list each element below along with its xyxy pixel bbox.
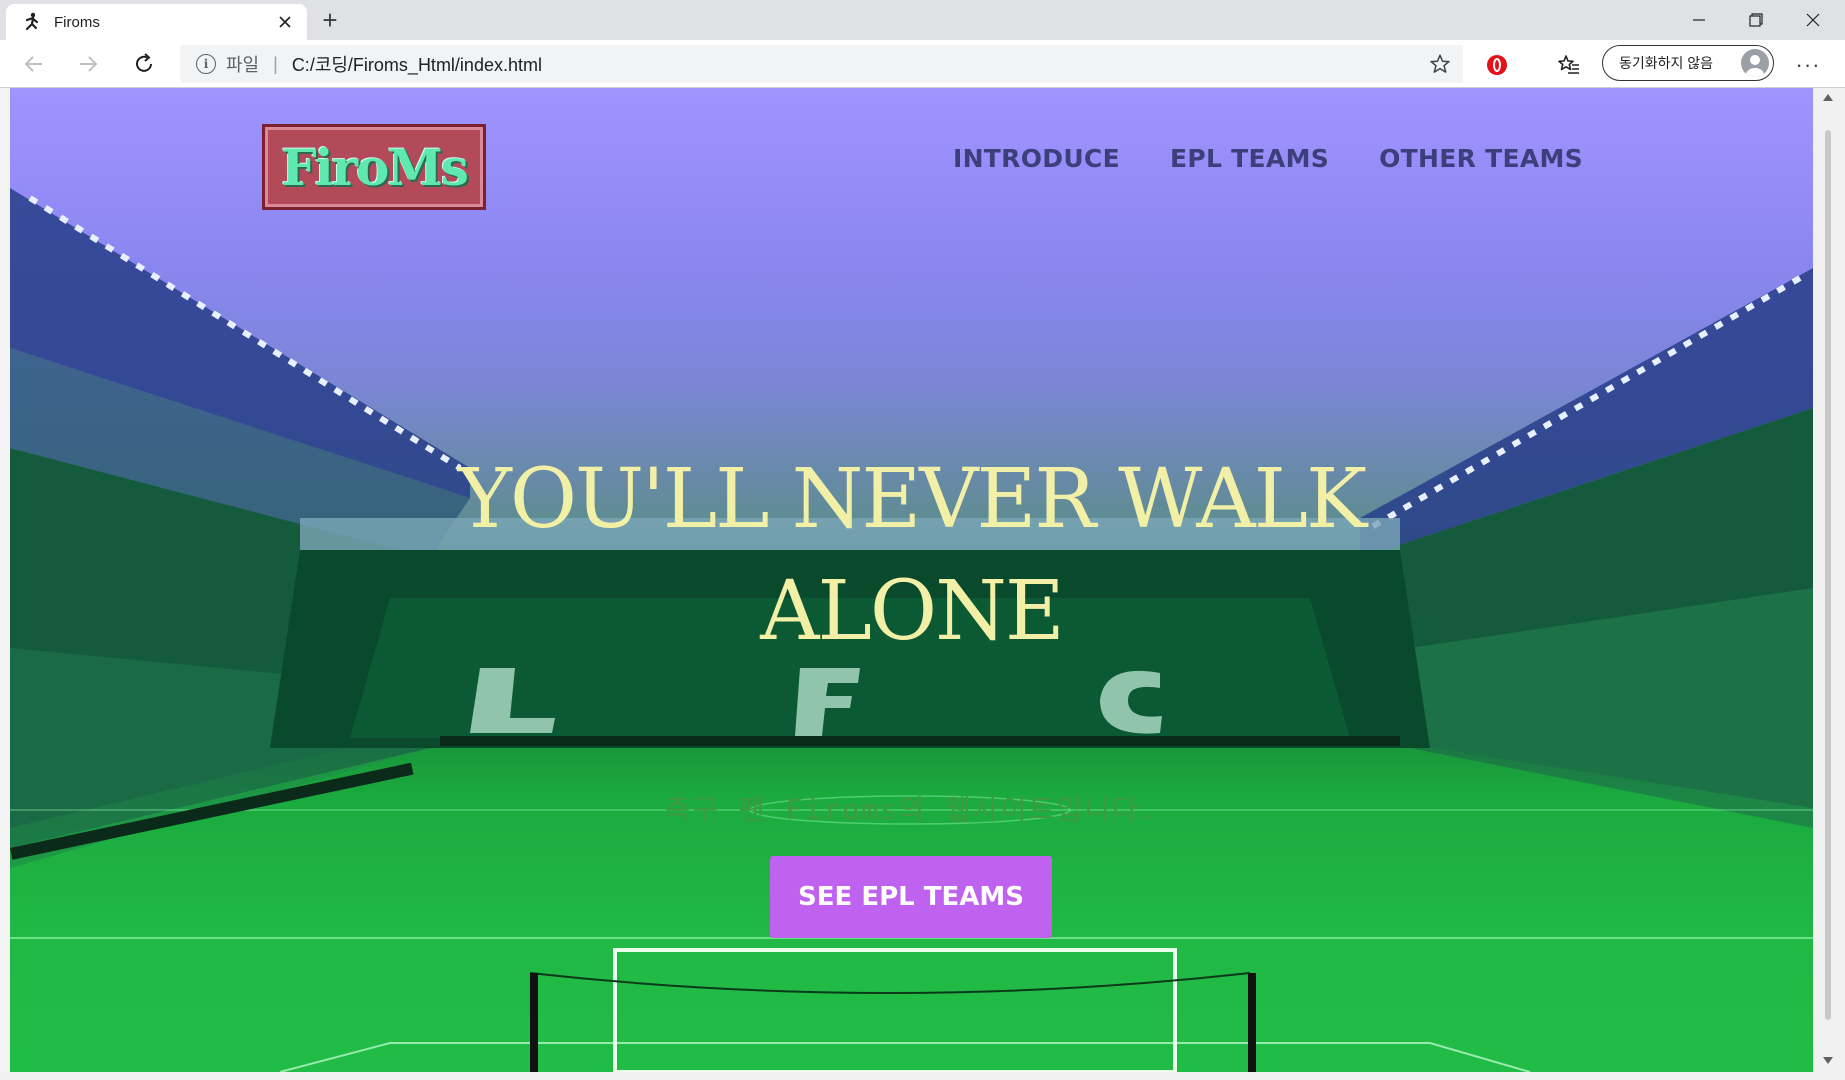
hero-title-line-1: YOU'LL NEVER WALK (457, 452, 1368, 547)
favorites-list-icon[interactable] (1556, 52, 1582, 78)
favorite-star-icon[interactable] (1429, 53, 1451, 75)
address-separator: | (273, 53, 278, 74)
browser-toolbar: i 파일 | C:/코딩/Firoms_Html/index.html 동기화하… (0, 40, 1845, 88)
address-url[interactable]: C:/코딩/Firoms_Html/index.html (292, 51, 542, 77)
refresh-button[interactable] (128, 48, 160, 80)
restore-button[interactable] (1728, 0, 1784, 40)
minimize-button[interactable] (1671, 0, 1727, 40)
hero-subtitle: 축구 팬 Firoms의 웹사이트입니다. (664, 793, 1159, 826)
site-logo[interactable]: FiroMs (262, 124, 486, 210)
tab-strip: Firoms + (0, 0, 1845, 40)
avatar (1741, 49, 1769, 77)
see-epl-teams-button[interactable]: SEE EPL TEAMS (770, 856, 1052, 938)
address-scheme: 파일 (226, 55, 260, 75)
logo-text: FiroMs (281, 137, 469, 197)
vertical-scrollbar[interactable] (1813, 88, 1845, 1072)
scroll-up-arrow-icon[interactable] (1823, 94, 1833, 101)
window-bottom-edge (0, 1072, 1845, 1080)
hero-title: YOU'LL NEVER WALK ALONE (10, 444, 1813, 668)
running-figure-icon (20, 11, 42, 33)
nav-link-other-teams[interactable]: OTHER TEAMS (1379, 144, 1583, 173)
viewport-left-edge (0, 88, 10, 1072)
nav-link-introduce[interactable]: INTRODUCE (953, 144, 1120, 173)
site-nav: INTRODUCE EPL TEAMS OTHER TEAMS (953, 144, 1583, 173)
scrollbar-thumb[interactable] (1825, 130, 1831, 1020)
profile-label: 동기화하지 않음 (1619, 55, 1714, 71)
back-button[interactable] (18, 48, 50, 80)
page-viewport: FiroMs INTRODUCE EPL TEAMS OTHER TEAMS Y… (10, 88, 1813, 1072)
opera-extension-icon[interactable] (1484, 52, 1510, 78)
forward-button[interactable] (72, 48, 104, 80)
hero-title-line-2: ALONE (760, 564, 1065, 659)
more-menu-button[interactable]: ··· (1794, 52, 1822, 78)
close-window-button[interactable] (1785, 0, 1841, 40)
browser-tab[interactable]: Firoms (6, 4, 307, 40)
close-tab-icon[interactable] (275, 12, 295, 32)
tab-title: Firoms (54, 13, 100, 31)
new-tab-button[interactable]: + (316, 5, 344, 35)
nav-link-epl-teams[interactable]: EPL TEAMS (1170, 144, 1329, 173)
scroll-down-arrow-icon[interactable] (1823, 1057, 1833, 1064)
info-icon[interactable]: i (196, 54, 216, 74)
address-bar[interactable]: i 파일 | C:/코딩/Firoms_Html/index.html (180, 45, 1463, 83)
profile-button[interactable]: 동기화하지 않음 (1602, 45, 1774, 81)
